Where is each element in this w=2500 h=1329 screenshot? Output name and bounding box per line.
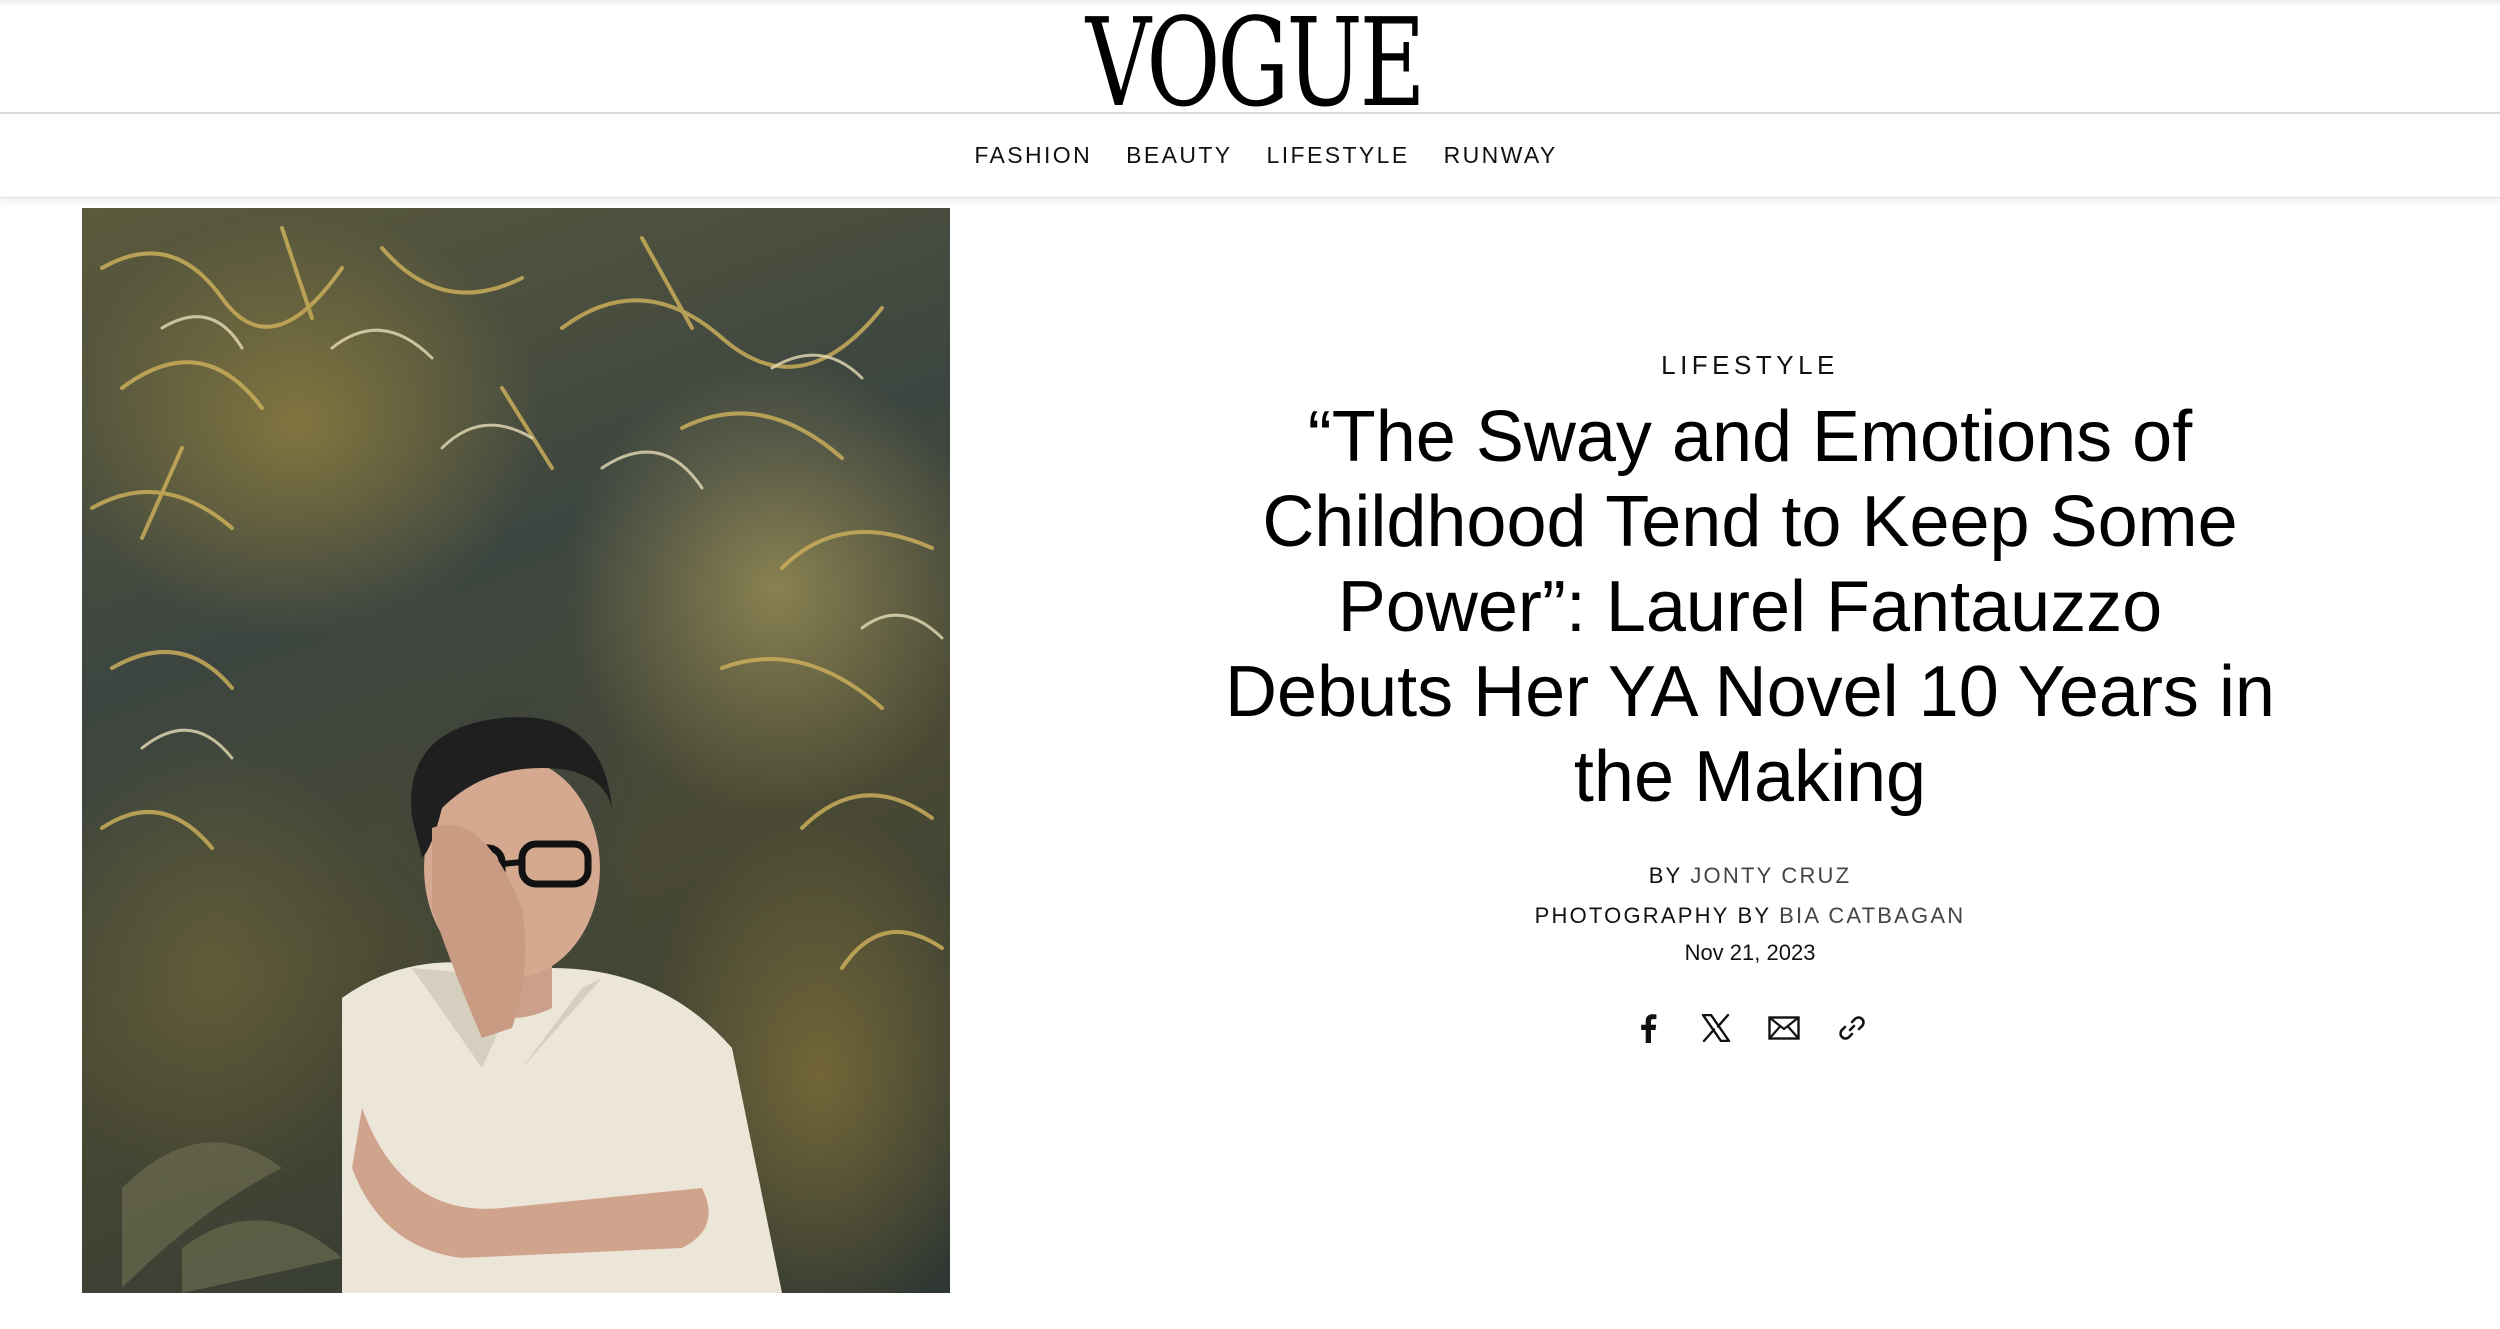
article-headline: “The Sway and Emotions of Childhood Tend… (1225, 397, 2275, 817)
portrait-illustration (90, 226, 944, 1293)
byline-photographer: PHOTOGRAPHY BY BIA CATBAGAN (1150, 896, 2350, 936)
article-category[interactable]: LIFESTYLE (1150, 350, 2350, 381)
byline-prefix: BY (1648, 863, 1683, 888)
hero-portrait-photo (82, 208, 950, 1293)
main-nav: FASHION BEAUTY LIFESTYLE RUNWAY (0, 114, 2500, 198)
nav-item-beauty[interactable]: BEAUTY (1126, 138, 1232, 173)
nav-item-fashion[interactable]: FASHION (974, 138, 1092, 173)
nav-item-lifestyle[interactable]: LIFESTYLE (1267, 138, 1410, 173)
byline-author: BY JONTY CRUZ (1150, 856, 2350, 896)
photographer-link[interactable]: BIA CATBAGAN (1779, 903, 1965, 928)
site-header: VOGUE (0, 0, 2500, 126)
photo-credit-prefix: PHOTOGRAPHY BY (1534, 903, 1771, 928)
email-icon[interactable] (1768, 1012, 1800, 1044)
link-icon[interactable] (1836, 1012, 1868, 1044)
nav-item-runway[interactable]: RUNWAY (1444, 138, 1558, 173)
author-link[interactable]: JONTY CRUZ (1690, 863, 1851, 888)
facebook-icon[interactable] (1632, 1012, 1664, 1044)
vogue-logo[interactable]: VOGUE (329, 0, 2179, 126)
x-icon[interactable] (1700, 1012, 1732, 1044)
publish-date: Nov 21, 2023 (1684, 940, 1816, 965)
article-header: LIFESTYLE “The Sway and Emotions of Chil… (1150, 350, 2350, 1044)
share-bar (1150, 1012, 2350, 1044)
